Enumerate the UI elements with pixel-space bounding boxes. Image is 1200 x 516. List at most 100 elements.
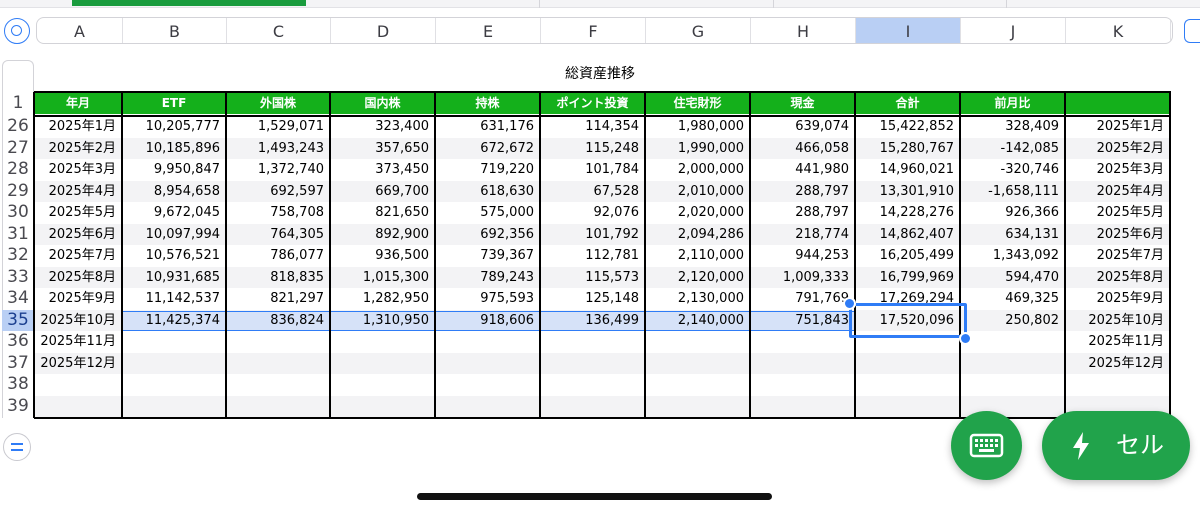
table-cell[interactable]: 67,528	[540, 181, 645, 203]
table-cell[interactable]: 9,950,847	[122, 159, 226, 181]
table-cell[interactable]: 9,672,045	[122, 202, 226, 224]
table-cell[interactable]: 575,000	[435, 202, 540, 224]
table-cell[interactable]: -142,085	[960, 138, 1065, 160]
table-cell[interactable]: 16,205,499	[855, 245, 960, 267]
table-cell[interactable]: -1,658,111	[960, 181, 1065, 203]
table-cell[interactable]: 2025年4月	[1065, 181, 1170, 203]
table-cell[interactable]	[750, 374, 855, 396]
table-cell[interactable]: 918,606	[435, 310, 540, 332]
table-cell[interactable]: 115,248	[540, 138, 645, 160]
table-cell[interactable]	[750, 331, 855, 353]
table-cell[interactable]: 1,015,300	[330, 267, 435, 289]
table-cell[interactable]: 16,799,969	[855, 267, 960, 289]
table-cell[interactable]	[960, 331, 1065, 353]
table-cell[interactable]: 441,980	[750, 159, 855, 181]
table-cell[interactable]: 791,769	[750, 288, 855, 310]
table-cell[interactable]: 11,425,374	[122, 310, 226, 332]
table-cell[interactable]	[330, 331, 435, 353]
table-cell[interactable]	[226, 353, 330, 375]
table-cell[interactable]: 1,990,000	[645, 138, 750, 160]
table-cell[interactable]: 2,010,000	[645, 181, 750, 203]
table-cell[interactable]	[226, 331, 330, 353]
table-cell[interactable]	[122, 353, 226, 375]
table-cell[interactable]: 631,176	[435, 116, 540, 138]
column-header-c[interactable]: C	[227, 18, 331, 43]
table-cell[interactable]	[1065, 374, 1170, 396]
table-cell[interactable]: 101,784	[540, 159, 645, 181]
table-cell[interactable]	[122, 374, 226, 396]
table-cell[interactable]: 2025年10月	[1065, 310, 1170, 332]
table-cell[interactable]: 2,120,000	[645, 267, 750, 289]
column-header-e[interactable]: E	[436, 18, 541, 43]
table-cell[interactable]: 2025年6月	[1065, 224, 1170, 246]
header-cell[interactable]: 外国株	[226, 92, 330, 114]
table-cell[interactable]: 739,367	[435, 245, 540, 267]
table-cell[interactable]: 13,301,910	[855, 181, 960, 203]
header-cell[interactable]: 国内株	[330, 92, 435, 114]
table-cell[interactable]: 11,142,537	[122, 288, 226, 310]
table-cell[interactable]: 2,020,000	[645, 202, 750, 224]
table-cell[interactable]: 10,931,685	[122, 267, 226, 289]
column-header-j[interactable]: J	[961, 18, 1066, 43]
formula-button[interactable]	[3, 433, 31, 461]
table-cell[interactable]: 15,280,767	[855, 138, 960, 160]
table-cell[interactable]: 634,131	[960, 224, 1065, 246]
table-cell[interactable]: 1,282,950	[330, 288, 435, 310]
table-cell[interactable]: 594,470	[960, 267, 1065, 289]
header-cell[interactable]: 年月	[34, 92, 122, 114]
table-cell[interactable]: 2025年2月	[1065, 138, 1170, 160]
table-cell[interactable]: 2025年2月	[34, 138, 122, 160]
table-cell[interactable]	[435, 396, 540, 418]
table-cell[interactable]	[34, 374, 122, 396]
table-cell[interactable]	[540, 331, 645, 353]
table-cell[interactable]: 2025年8月	[1065, 267, 1170, 289]
table-cell[interactable]: 618,630	[435, 181, 540, 203]
table-cell[interactable]: 469,325	[960, 288, 1065, 310]
table-cell[interactable]: 10,097,994	[122, 224, 226, 246]
table-cell[interactable]: 2025年5月	[34, 202, 122, 224]
table-cell[interactable]: 2025年8月	[34, 267, 122, 289]
table-cell[interactable]: 92,076	[540, 202, 645, 224]
table-cell[interactable]: 288,797	[750, 202, 855, 224]
row-header-30[interactable]: 30	[2, 202, 34, 224]
table-cell[interactable]: 373,450	[330, 159, 435, 181]
table-cell[interactable]: 2025年9月	[1065, 288, 1170, 310]
table-cell[interactable]	[226, 374, 330, 396]
row-header-31[interactable]: 31	[2, 224, 34, 246]
table-cell[interactable]: 2025年1月	[1065, 116, 1170, 138]
row-header-35[interactable]: 35	[2, 309, 34, 331]
table-cell[interactable]: 786,077	[226, 245, 330, 267]
table-cell[interactable]: 466,058	[750, 138, 855, 160]
row-header-1[interactable]: 1	[2, 92, 34, 114]
table-cell[interactable]	[330, 396, 435, 418]
table-cell[interactable]: 1,310,950	[330, 310, 435, 332]
column-header-b[interactable]: B	[123, 18, 227, 43]
row-header-38[interactable]: 38	[2, 374, 34, 396]
table-cell[interactable]	[435, 374, 540, 396]
table-cell[interactable]: 672,672	[435, 138, 540, 160]
row-header-33[interactable]: 33	[2, 267, 34, 289]
row-header-34[interactable]: 34	[2, 288, 34, 310]
selected-cell-outline[interactable]	[849, 302, 967, 338]
row-header-39[interactable]: 39	[2, 396, 34, 418]
table-cell[interactable]: 926,366	[960, 202, 1065, 224]
table-cell[interactable]: 2025年3月	[1065, 159, 1170, 181]
header-cell[interactable]: 合計	[855, 92, 960, 114]
table-cell[interactable]: 821,650	[330, 202, 435, 224]
table-cell[interactable]: 328,409	[960, 116, 1065, 138]
table-cell[interactable]: 10,205,777	[122, 116, 226, 138]
table-cell[interactable]	[645, 331, 750, 353]
table-cell[interactable]	[34, 396, 122, 418]
table-cell[interactable]: 944,253	[750, 245, 855, 267]
row-header-28[interactable]: 28	[2, 159, 34, 181]
table-cell[interactable]: 1,980,000	[645, 116, 750, 138]
table-cell[interactable]: 2025年3月	[34, 159, 122, 181]
table-cell[interactable]: 719,220	[435, 159, 540, 181]
column-header-k[interactable]: K	[1066, 18, 1171, 43]
table-cell[interactable]	[122, 331, 226, 353]
column-header-d[interactable]: D	[331, 18, 436, 43]
table-cell[interactable]: 10,185,896	[122, 138, 226, 160]
header-cell[interactable]: ポイント投資	[540, 92, 645, 114]
row-header-36[interactable]: 36	[2, 331, 34, 353]
header-cell[interactable]: 現金	[750, 92, 855, 114]
